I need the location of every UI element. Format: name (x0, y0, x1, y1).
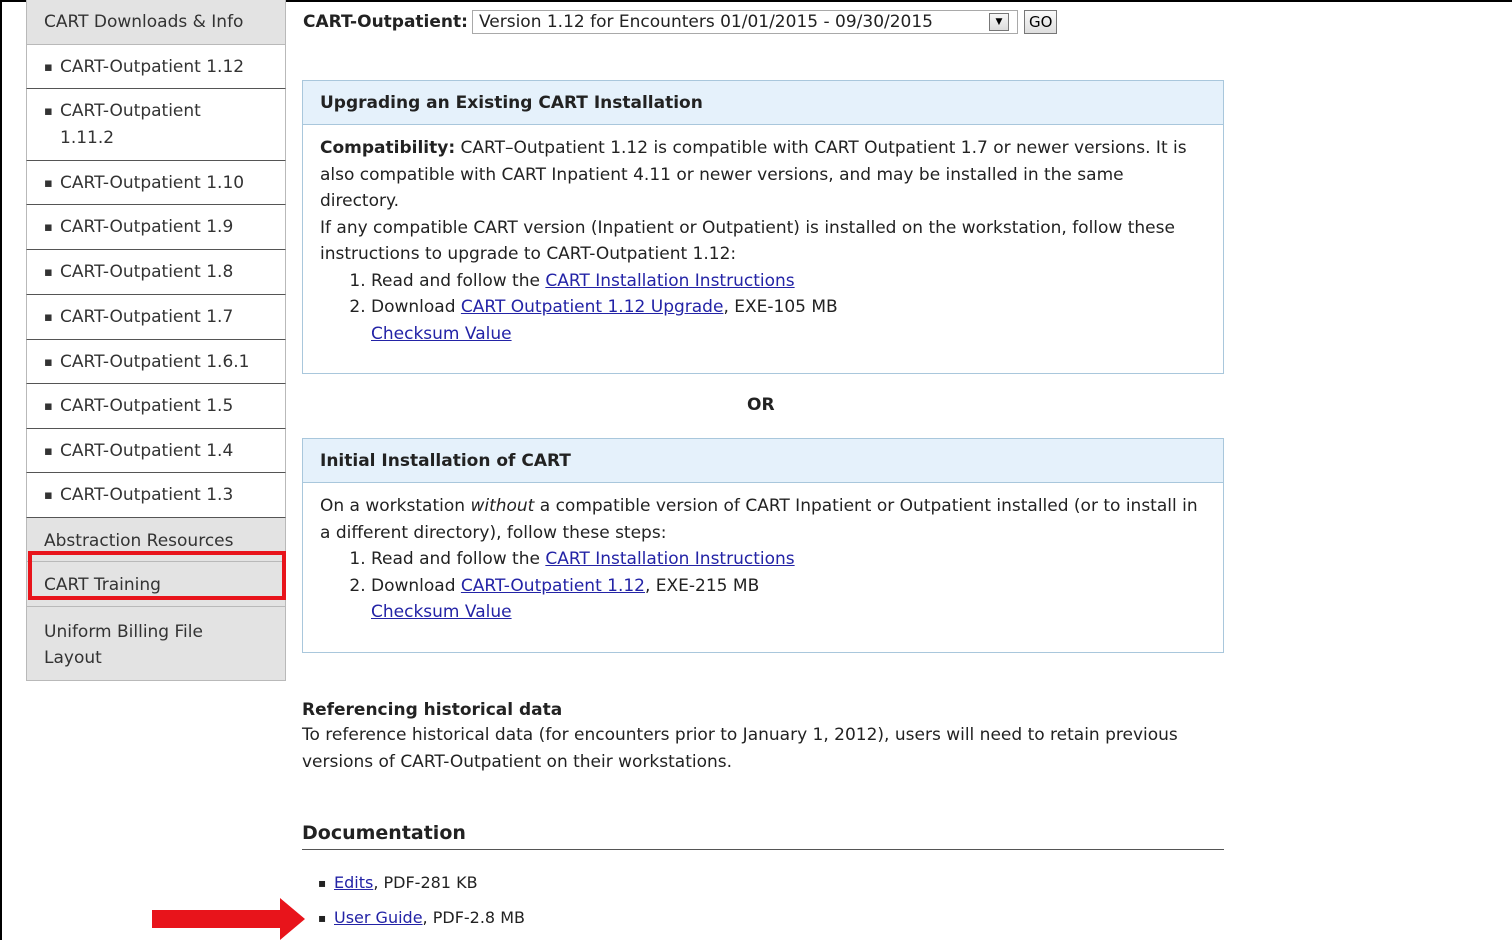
text-emphasis: without (470, 496, 535, 516)
sidebar-item-outpatient-1-8[interactable]: ▪ CART-Outpatient 1.8 (26, 250, 286, 295)
upgrade-steps: Read and follow the CART Installation In… (320, 268, 1206, 348)
file-size: , EXE-215 MB (644, 575, 760, 596)
initial-install-body: On a workstation without a compatible ve… (303, 483, 1223, 626)
sidebar-item-label: CART-Outpatient 1.3 (60, 485, 234, 505)
step-text: Read and follow the (371, 549, 546, 569)
checksum-link[interactable]: Checksum Value (371, 324, 512, 344)
edits-link[interactable]: Edits (334, 870, 373, 905)
upgrade-download-link[interactable]: CART Outpatient 1.12 Upgrade (461, 297, 724, 317)
initial-install-panel: Initial Installation of CART On a workst… (302, 438, 1224, 653)
sidebar-item-outpatient-1-12[interactable]: ▪ CART-Outpatient 1.12 (26, 45, 286, 89)
sidebar-item-label: Abstraction Resources (44, 531, 234, 551)
go-button[interactable]: GO (1023, 10, 1058, 34)
dropdown-arrow-icon[interactable]: ▼ (988, 13, 1009, 31)
version-select[interactable]: Version 1.12 for Encounters 01/01/2015 -… (471, 10, 1018, 34)
step-text: Download (371, 297, 461, 317)
step-text: Read and follow the (371, 270, 546, 291)
documentation-title: Documentation (302, 822, 1224, 850)
checksum-link[interactable]: Checksum Value (371, 602, 512, 622)
step-text: Download (371, 575, 461, 596)
bullet-icon: ▪ (318, 911, 327, 925)
file-size: , EXE-105 MB (723, 297, 838, 317)
upgrade-panel-body: Compatibility: CART–Outpatient 1.12 is c… (303, 125, 1223, 347)
installation-instructions-link[interactable]: CART Installation Instructions (545, 549, 794, 569)
sidebar-item-outpatient-1-9[interactable]: ▪ CART-Outpatient 1.9 (26, 205, 286, 250)
sidebar-item-label: CART-Outpatient 1.10 (60, 173, 245, 193)
bullet-icon: ▪ (44, 399, 53, 414)
bullet-icon: ▪ (44, 355, 53, 370)
sidebar-item-uniform-billing[interactable]: Uniform Billing File Layout (26, 607, 286, 681)
sidebar-item-outpatient-1-5[interactable]: ▪ CART-Outpatient 1.5 (26, 384, 286, 429)
bullet-icon: ▪ (44, 220, 53, 235)
upgrade-intro: If any compatible CART version (Inpatien… (320, 217, 1175, 265)
sidebar-item-label: CART-Outpatient 1.11.2 (60, 101, 201, 148)
list-item: ▪ User Guide , PDF-2.8 MB (318, 905, 525, 940)
documentation-list: ▪ Edits , PDF-281 KB ▪ User Guide , PDF-… (318, 870, 525, 940)
upgrade-panel-title: Upgrading an Existing CART Installation (303, 81, 1223, 125)
sidebar-item-cart-downloads[interactable]: CART Downloads & Info (26, 0, 286, 45)
sidebar-item-label: CART-Outpatient 1.12 (60, 57, 245, 77)
sidebar-item-outpatient-1-10[interactable]: ▪ CART-Outpatient 1.10 (26, 161, 286, 205)
bullet-icon: ▪ (44, 444, 53, 459)
compatibility-label: Compatibility: (320, 138, 456, 158)
sidebar-item-label: CART-Outpatient 1.7 (60, 307, 234, 327)
user-guide-link[interactable]: User Guide (334, 905, 423, 940)
sidebar-item-label: Uniform Billing File Layout (44, 622, 203, 668)
version-select-value: Version 1.12 for Encounters 01/01/2015 -… (478, 12, 933, 32)
historical-text: To reference historical data (for encoun… (302, 725, 1178, 772)
installation-instructions-link[interactable]: CART Installation Instructions (545, 271, 794, 291)
text-part: On a workstation (320, 496, 471, 516)
list-item: Download CART Outpatient 1.12 Upgrade, E… (371, 294, 1206, 347)
historical-section: Referencing historical data To reference… (302, 698, 1222, 775)
sidebar-item-cart-training[interactable]: CART Training (26, 562, 286, 607)
sidebar-item-outpatient-1-4[interactable]: ▪ CART-Outpatient 1.4 (26, 429, 286, 473)
version-selector-row: CART-Outpatient: Version 1.12 for Encoun… (303, 8, 1058, 36)
bullet-icon: ▪ (44, 176, 53, 191)
list-item: Read and follow the CART Installation In… (371, 268, 1206, 295)
bullet-icon: ▪ (44, 265, 53, 280)
sidebar-item-label: CART-Outpatient 1.8 (60, 262, 234, 282)
version-selector-label: CART-Outpatient: (303, 12, 468, 32)
or-divider: OR (747, 395, 775, 415)
sidebar-item-outpatient-1-6-1[interactable]: ▪ CART-Outpatient 1.6.1 (26, 340, 286, 384)
full-download-link[interactable]: CART-Outpatient 1.12 (461, 576, 645, 596)
sidebar-item-label: CART-Outpatient 1.5 (60, 396, 234, 416)
sidebar-item-label: CART Downloads & Info (44, 12, 244, 32)
list-item: ▪ Edits , PDF-281 KB (318, 870, 525, 905)
sidebar-item-label: CART-Outpatient 1.9 (60, 217, 234, 237)
file-size: , PDF-281 KB (373, 873, 478, 892)
sidebar-nav: CART Downloads & Info ▪ CART-Outpatient … (26, 0, 286, 681)
sidebar-item-outpatient-1-7[interactable]: ▪ CART-Outpatient 1.7 (26, 295, 286, 340)
compatibility-text: Compatibility: CART–Outpatient 1.12 is c… (320, 135, 1206, 215)
bullet-icon: ▪ (318, 876, 327, 890)
initial-install-text: On a workstation without a compatible ve… (320, 493, 1206, 546)
initial-install-steps: Read and follow the CART Installation In… (320, 546, 1206, 626)
sidebar-item-outpatient-1-3[interactable]: ▪ CART-Outpatient 1.3 (26, 473, 286, 518)
bullet-icon: ▪ (44, 104, 53, 119)
sidebar-item-abstraction-resources[interactable]: Abstraction Resources (26, 518, 286, 562)
sidebar-item-label: CART-Outpatient 1.4 (60, 441, 234, 461)
sidebar-item-outpatient-1-11-2[interactable]: ▪ CART-Outpatient 1.11.2 (26, 89, 286, 161)
window-left-border (0, 0, 2, 940)
bullet-icon: ▪ (44, 60, 53, 75)
bullet-icon: ▪ (44, 310, 53, 325)
upgrade-panel: Upgrading an Existing CART Installation … (302, 80, 1224, 374)
sidebar-item-label: CART Training (44, 575, 161, 595)
red-arrow-icon (152, 898, 305, 940)
file-size: , PDF-2.8 MB (422, 908, 525, 927)
list-item: Read and follow the CART Installation In… (371, 546, 1206, 573)
list-item: Download CART-Outpatient 1.12, EXE-215 M… (371, 573, 1206, 626)
initial-install-title: Initial Installation of CART (303, 439, 1223, 483)
historical-title: Referencing historical data (302, 700, 563, 720)
bullet-icon: ▪ (44, 488, 53, 503)
sidebar-item-label: CART-Outpatient 1.6.1 (60, 352, 250, 372)
